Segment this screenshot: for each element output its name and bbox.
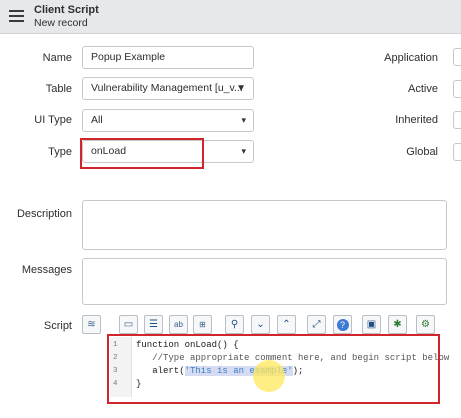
help-icon[interactable]: ?: [333, 315, 352, 334]
chevron-down-icon[interactable]: ⌄: [251, 315, 270, 334]
global-label: Global: [406, 146, 438, 158]
save-icon[interactable]: ▣: [362, 315, 381, 334]
application-label: Application: [384, 52, 438, 64]
script-toolbar: ≋ ▭ ☰ ab ⊞ ⚲ ⌄ ⌃ ⤢ ? ▣ ✱ ⚙: [82, 315, 442, 337]
code-alert-open: alert(: [136, 366, 185, 376]
description-label: Description: [16, 208, 72, 220]
ui-type-select[interactable]: All ▾: [82, 109, 254, 132]
ui-type-label: UI Type: [34, 114, 72, 126]
messages-label: Messages: [21, 264, 72, 276]
line-gutter: 1 2 3 4: [110, 337, 132, 397]
line-number: 3: [113, 367, 118, 375]
description-textarea[interactable]: [82, 200, 447, 250]
table-select-value: Vulnerability Management [u_v...: [91, 82, 243, 94]
name-field[interactable]: Popup Example: [82, 46, 254, 69]
toggle-syntax-icon[interactable]: ≋: [82, 315, 101, 334]
form-header: Client Script New record: [0, 0, 461, 34]
chevron-down-icon: ▾: [241, 115, 246, 125]
code-line-2: //Type appropriate comment here, and beg…: [136, 353, 450, 363]
type-select[interactable]: onLoad ▾: [82, 140, 254, 163]
chevron-up-icon[interactable]: ⌃: [277, 315, 296, 334]
line-number: 2: [113, 354, 118, 362]
form-subtitle: New record: [34, 17, 88, 29]
code-line-3: alert('This is an example');: [136, 366, 303, 376]
line-number: 1: [113, 341, 118, 349]
active-label: Active: [408, 83, 438, 95]
active-checkbox[interactable]: [453, 80, 461, 98]
inherited-label: Inherited: [395, 114, 438, 126]
name-label: Name: [42, 52, 72, 64]
code-line-1: function onLoad() {: [136, 340, 239, 350]
replace-all-icon[interactable]: ⊞: [193, 315, 212, 334]
dropdown-arrow-icon: ▼: [236, 83, 246, 94]
replace-icon[interactable]: ab: [169, 315, 188, 334]
type-select-value: onLoad: [91, 145, 127, 157]
line-number: 4: [113, 380, 118, 388]
global-checkbox[interactable]: [453, 143, 461, 161]
inherited-checkbox[interactable]: [453, 111, 461, 129]
fullscreen-icon[interactable]: ⤢: [307, 315, 326, 334]
search-icon[interactable]: ⚲: [225, 315, 244, 334]
ui-type-select-value: All: [91, 114, 103, 126]
code-line-4: }: [136, 379, 142, 389]
comment-icon[interactable]: ▭: [119, 315, 138, 334]
code-string: 'This is an example': [184, 366, 293, 376]
script-label: Script: [43, 320, 72, 332]
chevron-down-icon: ▾: [241, 146, 246, 156]
format-icon[interactable]: ☰: [144, 315, 163, 334]
type-label: Type: [48, 146, 72, 158]
application-field[interactable]: [453, 48, 461, 66]
table-label: Table: [45, 83, 72, 95]
code-alert-close: );: [292, 366, 304, 376]
table-select[interactable]: Vulnerability Management [u_v... ▼: [82, 77, 254, 100]
debug-icon[interactable]: ✱: [388, 315, 407, 334]
messages-textarea[interactable]: [82, 258, 447, 305]
settings-icon[interactable]: ⚙: [416, 315, 435, 334]
menu-icon[interactable]: [9, 10, 24, 22]
script-editor[interactable]: 1 2 3 4 function onLoad() { //Type appro…: [110, 337, 449, 397]
form-title: Client Script: [34, 4, 99, 16]
